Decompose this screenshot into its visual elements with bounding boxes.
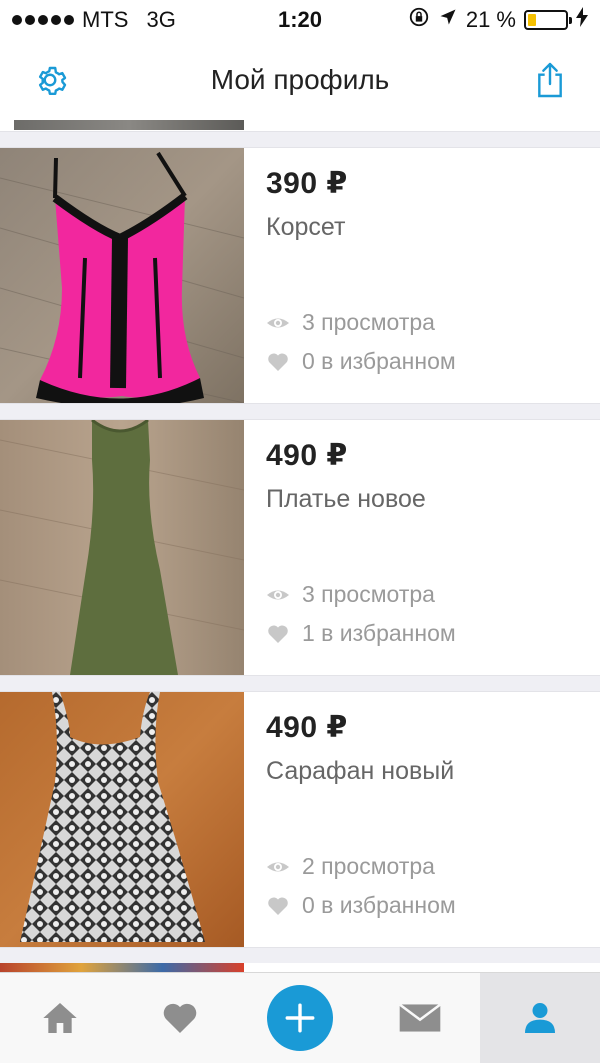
views-stat: 3 просмотра <box>266 575 456 614</box>
eye-icon <box>267 590 289 599</box>
listing-photo <box>0 420 244 675</box>
views-count: 3 просмотра <box>302 581 435 607</box>
favorites-stat: 0 в избранном <box>266 886 456 925</box>
listing-title: Платье новое <box>266 485 426 513</box>
listing-feed[interactable]: 390 ₽ Корсет 3 просмотра 0 в избранном 4… <box>0 120 600 972</box>
listing-photo-partial <box>0 963 244 972</box>
add-listing-button[interactable] <box>267 985 333 1051</box>
tab-profile[interactable] <box>480 973 600 1063</box>
share-button[interactable] <box>528 58 572 102</box>
views-stat: 2 просмотра <box>266 847 456 886</box>
listing-info: 490 ₽ Сарафан новый 2 просмотра 0 в избр… <box>244 692 600 947</box>
signal-dots-icon <box>12 15 74 25</box>
listing-stats: 2 просмотра 0 в избранном <box>266 847 456 925</box>
listing-price: 390 ₽ <box>266 167 348 200</box>
views-count: 2 просмотра <box>302 853 435 879</box>
listing-photo-partial <box>14 120 244 130</box>
favorites-stat: 1 в избранном <box>266 614 456 653</box>
settings-button[interactable] <box>28 58 72 102</box>
listing-card-partial[interactable] <box>0 120 600 132</box>
listing-title: Корсет <box>266 213 346 241</box>
charging-bolt-icon <box>576 7 588 33</box>
tab-messages[interactable] <box>360 973 480 1063</box>
listing-photo <box>0 148 244 403</box>
listing-info: 390 ₽ Корсет 3 просмотра 0 в избранном <box>244 148 600 403</box>
carrier-label: MTS <box>82 7 129 32</box>
home-icon <box>43 1003 77 1033</box>
listing-card[interactable]: 490 ₽ Платье новое 3 просмотра 1 в избра… <box>0 419 600 676</box>
status-bar: MTS 3G 1:20 21 % <box>0 0 600 40</box>
listing-info: 490 ₽ Платье новое 3 просмотра 1 в избра… <box>244 420 600 675</box>
listing-price: 490 ₽ <box>266 711 348 744</box>
navigation-bar: Мой профиль <box>0 40 600 120</box>
status-left: MTS 3G <box>12 7 176 33</box>
listing-card[interactable]: 490 ₽ Сарафан новый 2 просмотра 0 в избр… <box>0 691 600 948</box>
tab-favorites[interactable] <box>120 973 240 1063</box>
heart-icon <box>163 1003 197 1033</box>
favorites-stat: 0 в избранном <box>266 342 456 381</box>
tab-add-listing[interactable] <box>240 973 360 1063</box>
eye-icon <box>267 318 289 327</box>
tab-bar <box>0 972 600 1063</box>
profile-icon <box>525 1003 555 1033</box>
battery-percent: 21 % <box>465 7 516 32</box>
favorites-count: 0 в избранном <box>302 348 456 374</box>
battery-icon <box>524 10 572 30</box>
orientation-lock-icon <box>408 6 430 34</box>
listing-price: 490 ₽ <box>266 439 348 472</box>
location-arrow-icon <box>438 7 458 33</box>
gear-icon <box>38 66 67 95</box>
listing-stats: 3 просмотра 1 в избранном <box>266 575 456 653</box>
share-icon <box>538 62 562 98</box>
listing-card-partial[interactable] <box>0 963 600 972</box>
heart-icon <box>268 352 288 371</box>
views-count: 3 просмотра <box>302 309 435 335</box>
favorites-count: 0 в избранном <box>302 892 456 918</box>
tab-home[interactable] <box>0 973 120 1063</box>
eye-icon <box>267 862 289 871</box>
listing-photo <box>0 692 244 947</box>
views-stat: 3 просмотра <box>266 303 456 342</box>
heart-icon <box>268 624 288 643</box>
battery-fill <box>528 14 536 26</box>
mail-icon <box>398 1003 442 1032</box>
listing-card[interactable]: 390 ₽ Корсет 3 просмотра 0 в избранном <box>0 147 600 404</box>
heart-icon <box>268 896 288 915</box>
network-label: 3G <box>146 7 176 32</box>
page-title: Мой профиль <box>210 64 390 95</box>
favorites-count: 1 в избранном <box>302 620 456 646</box>
status-right: 21 % <box>408 6 588 34</box>
plus-icon <box>285 1003 315 1033</box>
listing-stats: 3 просмотра 0 в избранном <box>266 303 456 381</box>
listing-title: Сарафан новый <box>266 757 455 785</box>
